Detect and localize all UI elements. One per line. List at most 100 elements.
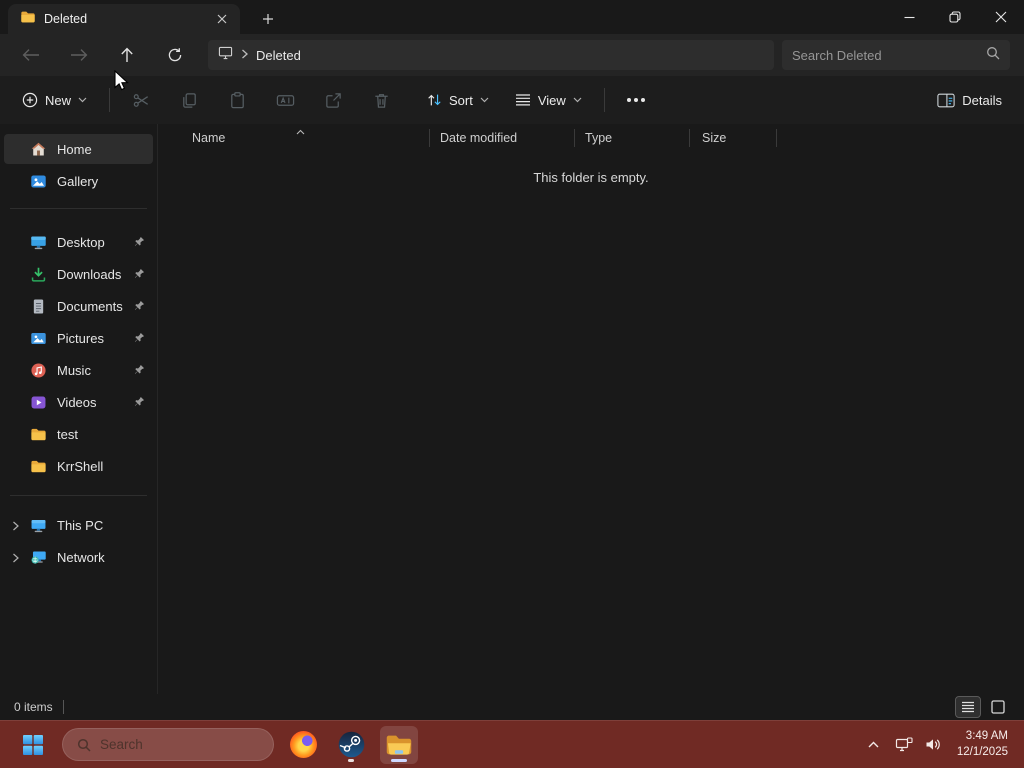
column-header-type[interactable]: Type <box>575 129 690 147</box>
sidebar-item-label: Downloads <box>57 266 122 282</box>
rename-icon[interactable] <box>268 84 302 116</box>
desktop: Deleted Deleted Search Deleted New Sort … <box>0 0 1024 768</box>
hidden-icons-chevron-icon[interactable] <box>861 728 887 762</box>
active-indicator <box>391 758 407 762</box>
refresh-button[interactable] <box>158 39 192 71</box>
status-divider <box>62 700 64 714</box>
pin-icon <box>134 331 145 346</box>
sidebar-item-pictures[interactable]: Pictures <box>4 323 153 353</box>
folder-icon <box>31 460 46 472</box>
large-icons-view-toggle[interactable] <box>986 697 1010 717</box>
taskbar: Search 3:49 AM 12/1/2025 <box>0 720 1024 768</box>
taskbar-search[interactable]: Search <box>62 728 274 761</box>
sidebar-item-home[interactable]: Home <box>4 134 153 164</box>
desktop-icon <box>31 236 46 249</box>
windows-logo-icon <box>23 734 43 755</box>
file-list-area: Name Date modified Type Size This folder… <box>158 124 1024 694</box>
sidebar-item-krrshell[interactable]: KrrShell <box>4 451 153 481</box>
folder-icon <box>20 9 36 30</box>
expand-chevron-icon[interactable] <box>12 519 19 534</box>
sort-button-label: Sort <box>449 92 473 108</box>
start-button[interactable] <box>14 726 52 764</box>
taskbar-search-placeholder: Search <box>100 737 143 752</box>
sidebar-item-label: Documents <box>57 298 123 314</box>
sidebar-item-documents[interactable]: Documents <box>4 291 153 321</box>
close-button[interactable] <box>978 0 1024 34</box>
details-pane-button[interactable]: Details <box>929 87 1010 114</box>
view-button-label: View <box>537 92 566 108</box>
sidebar-item-label: Videos <box>57 394 97 410</box>
file-explorer-window: Deleted Deleted Search Deleted New Sort … <box>0 0 1024 720</box>
paste-icon[interactable] <box>220 84 254 116</box>
volume-icon[interactable] <box>921 728 947 762</box>
column-header-size[interactable]: Size <box>690 129 777 147</box>
view-button[interactable]: View <box>507 87 590 114</box>
column-header-name[interactable]: Name <box>158 129 430 147</box>
navigation-bar: Deleted Search Deleted <box>0 34 1024 76</box>
sidebar-item-network[interactable]: Network <box>4 542 153 572</box>
column-header-date-modified[interactable]: Date modified <box>430 129 575 147</box>
search-icon[interactable] <box>986 46 1000 65</box>
toolbar-divider <box>603 88 605 112</box>
chevron-down-icon <box>573 97 582 103</box>
title-bar: Deleted <box>0 0 1024 34</box>
breadcrumb-chevron-icon <box>241 46 248 64</box>
pin-icon <box>134 299 145 314</box>
copy-icon[interactable] <box>172 84 206 116</box>
network-icon <box>31 551 46 564</box>
explorer-tab[interactable]: Deleted <box>8 4 240 34</box>
sidebar-item-label: Desktop <box>57 234 105 250</box>
tab-title: Deleted <box>44 12 88 26</box>
file-explorer-taskbar-icon[interactable] <box>380 725 418 764</box>
taskbar-clock[interactable]: 3:49 AM 12/1/2025 <box>951 729 1014 760</box>
more-options-icon[interactable] <box>619 84 653 116</box>
steam-icon <box>338 731 364 758</box>
back-button[interactable] <box>14 39 48 71</box>
this-pc-icon <box>31 519 46 532</box>
cut-icon[interactable] <box>124 84 158 116</box>
sidebar-item-downloads[interactable]: Downloads <box>4 259 153 289</box>
chevron-down-icon <box>78 97 87 103</box>
this-pc-icon <box>218 46 233 65</box>
sidebar-separator <box>10 208 147 209</box>
sidebar-item-videos[interactable]: Videos <box>4 387 153 417</box>
expand-chevron-icon[interactable] <box>12 551 19 566</box>
sidebar-item-this-pc[interactable]: This PC <box>4 510 153 540</box>
new-tab-button[interactable] <box>256 7 280 31</box>
up-button[interactable] <box>110 39 144 71</box>
sidebar-item-label: Music <box>57 362 91 378</box>
restore-button[interactable] <box>932 0 978 34</box>
sidebar-item-gallery[interactable]: Gallery <box>4 166 153 196</box>
sidebar-item-label: Home <box>57 141 92 157</box>
sidebar-item-music[interactable]: Music <box>4 355 153 385</box>
pin-icon <box>134 235 145 250</box>
delete-icon[interactable] <box>364 84 398 116</box>
column-headers: Name Date modified Type Size <box>158 124 1024 152</box>
search-box[interactable]: Search Deleted <box>782 40 1010 70</box>
chevron-down-icon <box>480 97 489 103</box>
sort-button[interactable]: Sort <box>418 86 497 114</box>
network-tray-icon[interactable] <box>891 728 917 762</box>
search-placeholder: Search Deleted <box>792 47 882 63</box>
address-bar[interactable]: Deleted <box>208 40 774 70</box>
sidebar-item-label: This PC <box>57 517 104 533</box>
steam-taskbar-icon[interactable] <box>332 726 370 764</box>
pin-icon <box>134 363 145 378</box>
firefox-taskbar-icon[interactable] <box>284 726 322 764</box>
minimize-button[interactable] <box>886 0 932 34</box>
item-count: 0 items <box>14 700 53 714</box>
gallery-icon <box>31 175 46 187</box>
breadcrumb[interactable]: Deleted <box>256 48 301 63</box>
sidebar-item-label: Gallery <box>57 173 99 189</box>
toolbar-divider <box>109 88 111 112</box>
pin-icon <box>134 267 145 282</box>
share-icon[interactable] <box>316 84 350 116</box>
sidebar-item-desktop[interactable]: Desktop <box>4 227 153 257</box>
clock-date: 12/1/2025 <box>956 745 1008 758</box>
forward-button[interactable] <box>62 39 96 71</box>
details-view-toggle[interactable] <box>955 696 981 718</box>
sidebar-item-test[interactable]: test <box>4 419 153 449</box>
tab-close-icon[interactable] <box>212 9 232 29</box>
documents-icon <box>33 299 44 313</box>
new-button[interactable]: New <box>14 86 95 114</box>
